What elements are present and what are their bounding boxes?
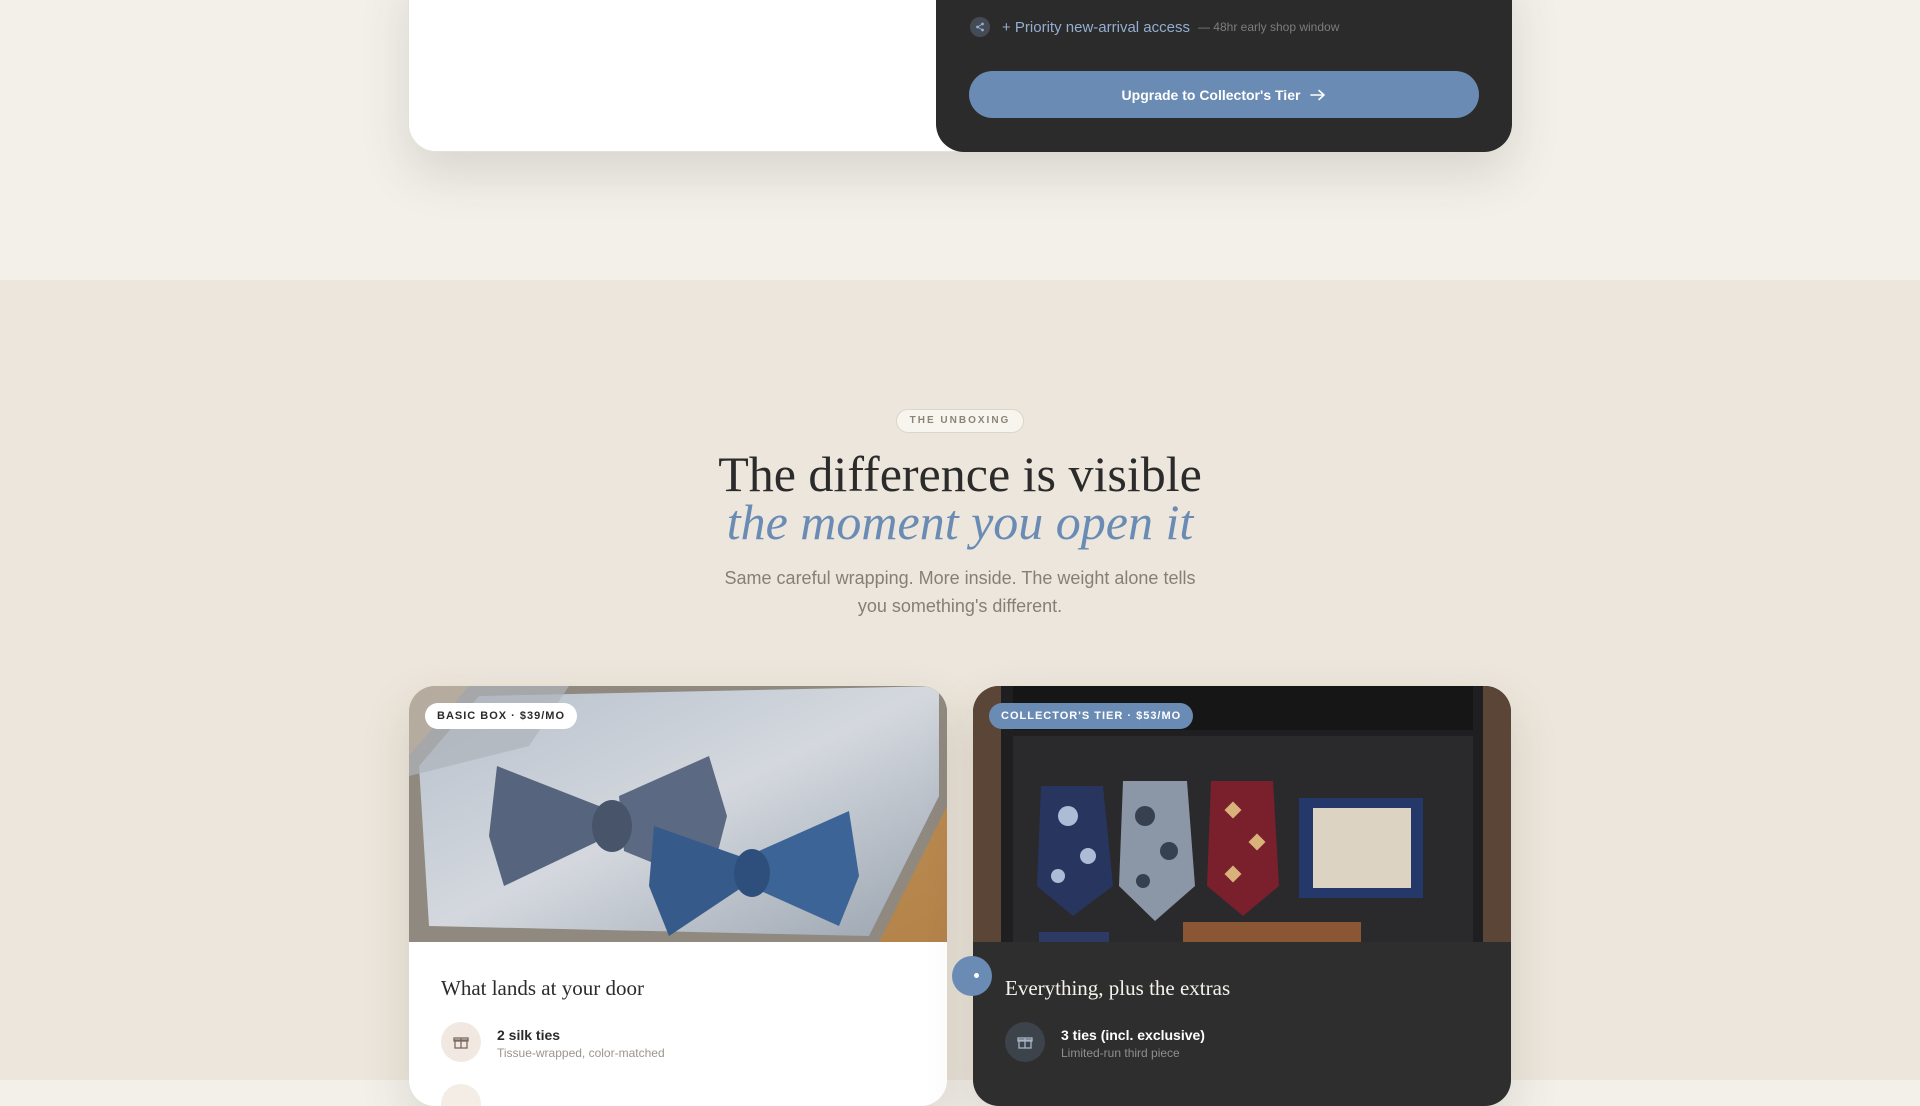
basic-card-title: What lands at your door	[441, 976, 644, 1000]
basic-box-photo: BASIC BOX · $39/MO	[409, 686, 947, 942]
collectors-tier-card: + Priority new-arrival access — 48hr ear…	[936, 0, 1512, 152]
upgrade-button-label: Upgrade to Collector's Tier	[1121, 86, 1301, 103]
perk-label: + Priority new-arrival access	[1002, 18, 1190, 36]
pricing-section: + Priority new-arrival access — 48hr ear…	[0, 0, 1920, 280]
basic-item-row: 2 silk ties Tissue-wrapped, color-matche…	[441, 1022, 665, 1062]
gift-icon	[441, 1022, 481, 1062]
next-item-icon	[441, 1084, 481, 1106]
collectors-item-row: 3 ties (incl. exclusive) Limited-run thi…	[1005, 1022, 1205, 1062]
share-icon	[970, 17, 990, 37]
section-subtext: Same careful wrapping. More inside. The …	[724, 568, 1196, 616]
basic-plan-card	[408, 0, 968, 152]
gift-icon	[1005, 1022, 1045, 1062]
collectors-item-subtitle: Limited-run third piece	[1061, 1046, 1180, 1060]
plan-comparison: + Priority new-arrival access — 48hr ear…	[408, 0, 1512, 152]
basic-box-badge: BASIC BOX · $39/MO	[425, 703, 578, 729]
headline-accent: the moment you open it	[726, 494, 1194, 550]
collectors-item-title: 3 ties (incl. exclusive)	[1061, 1027, 1205, 1043]
compare-slider-handle[interactable]	[952, 956, 992, 996]
perk-note: — 48hr early shop window	[1197, 20, 1340, 34]
pocket-square	[1299, 798, 1423, 898]
arrow-right-icon	[1310, 89, 1326, 101]
perk-row: + Priority new-arrival access — 48hr ear…	[970, 17, 1339, 37]
collectors-box-photo: COLLECTOR'S TIER · $53/MO	[973, 686, 1511, 942]
collectors-tier-card-unboxing: COLLECTOR'S TIER · $53/MO Everything, pl…	[973, 686, 1511, 1106]
upgrade-button[interactable]: Upgrade to Collector's Tier	[969, 71, 1479, 118]
basic-item-subtitle: Tissue-wrapped, color-matched	[497, 1046, 665, 1060]
basic-box-card: BASIC BOX · $39/MO What lands at your do…	[409, 686, 947, 1106]
basic-item-title: 2 silk ties	[497, 1027, 561, 1043]
section-headline: The difference is visible the moment you…	[560, 449, 1360, 550]
collectors-tier-badge: COLLECTOR'S TIER · $53/MO	[989, 703, 1194, 729]
collectors-card-title: Everything, plus the extras	[1005, 976, 1231, 1000]
section-eyebrow: THE UNBOXING	[896, 409, 1024, 433]
